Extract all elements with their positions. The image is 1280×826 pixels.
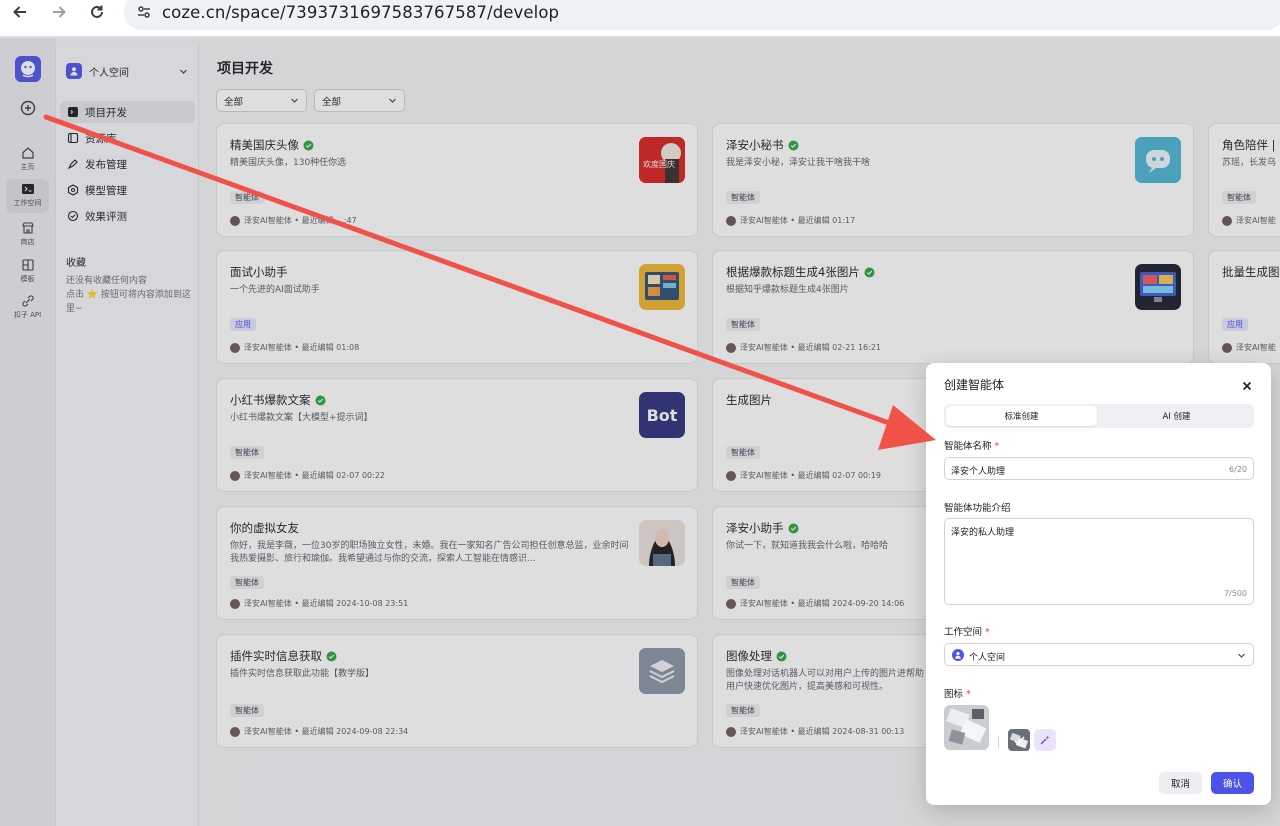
tab-standard-create[interactable]: 标准创建 [946, 406, 1097, 426]
back-icon[interactable] [8, 0, 32, 24]
ai-generate-icon-button[interactable] [1034, 729, 1056, 751]
icon-label: 图标 * [944, 689, 971, 700]
tab-ai-create[interactable]: AI 创建 [1101, 406, 1252, 426]
workspace-select[interactable]: 个人空间 [944, 643, 1254, 666]
workspace-value: 个人空间 [969, 653, 1006, 663]
cancel-button[interactable]: 取消 [1159, 772, 1202, 794]
chevron-down-icon [1238, 653, 1245, 658]
agent-name-label: 智能体名称 * [944, 441, 1000, 452]
magic-wand-icon [1040, 735, 1050, 745]
create-mode-tabs: 标准创建 AI 创建 [944, 404, 1254, 428]
agent-desc-textarea[interactable]: 泽安的私人助理 7/500 [944, 518, 1254, 605]
agent-name-count: 6/20 [1229, 465, 1247, 474]
close-icon[interactable] [1241, 377, 1253, 391]
agent-name-value: 泽安个人助理 [951, 467, 1006, 477]
agent-name-input[interactable]: 泽安个人助理 6/20 [944, 457, 1254, 480]
agent-desc-label: 智能体功能介绍 [944, 503, 1011, 514]
reload-icon[interactable] [85, 0, 109, 24]
agent-desc-count: 7/500 [1223, 589, 1247, 598]
forward-icon[interactable] [47, 0, 71, 24]
agent-desc-value: 泽安的私人助理 [951, 528, 1015, 538]
uploaded-icon-option[interactable] [1008, 729, 1030, 751]
url-text: coze.cn/space/7393731697583767587/develo… [162, 2, 560, 22]
address-bar[interactable]: coze.cn/space/7393731697583767587/develo… [124, 0, 1280, 30]
dialog-title: 创建智能体 [944, 378, 1005, 392]
workspace-label: 工作空间 * [944, 627, 990, 638]
workspace-avatar [952, 649, 964, 661]
browser-toolbar: coze.cn/space/7393731697583767587/develo… [0, 0, 1280, 36]
site-settings-icon[interactable] [136, 4, 152, 20]
icon-divider [998, 736, 999, 748]
agent-icon-preview[interactable] [944, 705, 989, 750]
create-agent-dialog: 创建智能体 标准创建 AI 创建 智能体名称 * 泽安个人助理 6/20 智能体功… [926, 363, 1271, 805]
confirm-button[interactable]: 确认 [1211, 772, 1254, 794]
